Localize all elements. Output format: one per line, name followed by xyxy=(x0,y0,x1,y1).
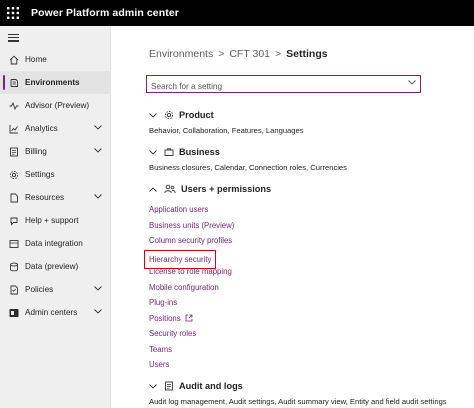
sidebar-item-label: Help + support xyxy=(25,216,79,225)
section-users-permissions: Users + permissions xyxy=(149,183,271,195)
section-audit-logs-header[interactable]: Audit and logs xyxy=(149,380,447,392)
hamburger-menu-icon[interactable] xyxy=(8,32,22,44)
link-application-users[interactable]: Application users xyxy=(149,202,234,218)
app-title: Power Platform admin center xyxy=(31,7,179,19)
chevron-down-icon[interactable] xyxy=(408,80,416,85)
app-launcher-icon[interactable] xyxy=(0,0,26,26)
sidebar-item-label: Data integration xyxy=(25,239,83,248)
link-mobile-configuration[interactable]: Mobile configuration xyxy=(149,280,234,296)
sidebar-item-environments[interactable]: Environments xyxy=(0,71,111,94)
breadcrumb-current-page: Settings xyxy=(286,48,328,60)
sidebar-item-home[interactable]: Home xyxy=(0,48,111,71)
chevron-down-icon xyxy=(149,112,157,118)
main-content: Environments > CFT 301 > Settings Produc… xyxy=(111,26,474,408)
link-security-roles[interactable]: Security roles xyxy=(149,326,234,342)
resources-icon xyxy=(9,193,19,203)
link-business-units[interactable]: Business units (Preview) xyxy=(149,218,234,234)
link-positions-label: Positions xyxy=(149,313,181,323)
chevron-down-icon xyxy=(94,125,102,130)
sidebar-item-analytics[interactable]: Analytics xyxy=(0,117,111,140)
sidebar-item-label: Billing xyxy=(25,147,47,156)
help-icon xyxy=(9,216,19,226)
chevron-down-icon xyxy=(94,309,102,314)
sidebar-item-label: Policies xyxy=(25,285,54,294)
sidebar-item-data-integration[interactable]: Data integration xyxy=(0,232,111,255)
section-product-header[interactable]: Product xyxy=(149,109,304,121)
sidebar-item-admin-centers[interactable]: Admin centers xyxy=(0,301,111,324)
top-bar: Power Platform admin center xyxy=(0,0,474,26)
home-icon xyxy=(9,55,19,65)
section-description: Behavior, Collaboration, Features, Langu… xyxy=(149,126,304,135)
section-business-header[interactable]: Business xyxy=(149,146,347,158)
chevron-up-icon xyxy=(149,186,157,192)
sidebar: Home Environments Advisor (Preview) Anal… xyxy=(0,26,111,408)
section-title: Product xyxy=(179,110,214,120)
settings-search-input[interactable] xyxy=(147,79,397,94)
users-permissions-links: Application users Business units (Previe… xyxy=(143,202,234,373)
sidebar-item-label: Admin centers xyxy=(25,308,78,317)
section-description: Audit log management, Audit settings, Au… xyxy=(149,397,447,406)
section-title: Business xyxy=(179,147,220,157)
sidebar-item-policies[interactable]: Policies xyxy=(0,278,111,301)
breadcrumb-environment-name[interactable]: CFT 301 xyxy=(229,48,270,60)
link-column-security-profiles[interactable]: Column security profiles xyxy=(149,233,234,249)
link-positions[interactable]: Positions xyxy=(149,311,234,327)
link-users[interactable]: Users xyxy=(149,357,234,373)
sidebar-item-label: Environments xyxy=(25,78,80,87)
environments-icon xyxy=(9,78,19,88)
briefcase-icon xyxy=(164,147,174,157)
chevron-down-icon xyxy=(149,383,157,389)
people-icon xyxy=(164,184,176,194)
admin-centers-icon xyxy=(9,308,19,318)
sidebar-item-settings[interactable]: Settings xyxy=(0,163,111,186)
sidebar-item-label: Home xyxy=(25,55,47,64)
section-business: Business Business closures, Calendar, Co… xyxy=(149,146,347,172)
breadcrumb-separator: > xyxy=(275,48,282,60)
audit-log-icon xyxy=(164,381,174,391)
sidebar-item-data-preview[interactable]: Data (preview) xyxy=(0,255,111,278)
breadcrumb: Environments > CFT 301 > Settings xyxy=(149,48,328,60)
gear-icon xyxy=(164,110,174,120)
sidebar-item-billing[interactable]: Billing xyxy=(0,140,111,163)
breadcrumb-separator: > xyxy=(218,48,225,60)
section-product: Product Behavior, Collaboration, Feature… xyxy=(149,109,304,135)
section-users-permissions-header[interactable]: Users + permissions xyxy=(149,183,271,195)
sidebar-nav: Home Environments Advisor (Preview) Anal… xyxy=(0,48,111,324)
billing-icon xyxy=(9,147,19,157)
link-license-to-role-mapping[interactable]: License to role mapping xyxy=(149,264,234,280)
sidebar-item-label: Settings xyxy=(25,170,55,179)
section-description: Business closures, Calendar, Connection … xyxy=(149,163,347,172)
sidebar-item-label: Analytics xyxy=(25,124,58,133)
gear-icon xyxy=(9,170,19,180)
external-link-icon xyxy=(185,314,193,321)
advisor-icon xyxy=(9,101,19,111)
chevron-down-icon xyxy=(94,148,102,153)
link-plug-ins[interactable]: Plug-ins xyxy=(149,295,234,311)
sidebar-item-resources[interactable]: Resources xyxy=(0,186,111,209)
chevron-down-icon xyxy=(149,149,157,155)
settings-search-box[interactable] xyxy=(146,75,421,94)
sidebar-item-label: Advisor (Preview) xyxy=(25,101,90,110)
section-audit-logs: Audit and logs Audit log management, Aud… xyxy=(149,380,447,406)
section-title: Users + permissions xyxy=(181,184,272,194)
chevron-down-icon xyxy=(94,286,102,291)
chevron-down-icon xyxy=(94,194,102,199)
data-integration-icon xyxy=(9,239,19,249)
section-title: Audit and logs xyxy=(179,381,243,391)
analytics-icon xyxy=(9,124,19,134)
sidebar-item-label: Resources xyxy=(25,193,65,202)
sidebar-item-help-support[interactable]: Help + support xyxy=(0,209,111,232)
sidebar-item-label: Data (preview) xyxy=(25,262,79,271)
link-teams[interactable]: Teams xyxy=(149,342,234,358)
breadcrumb-environments[interactable]: Environments xyxy=(149,48,213,60)
data-preview-icon xyxy=(9,262,19,272)
policies-icon xyxy=(9,285,19,295)
sidebar-item-advisor[interactable]: Advisor (Preview) xyxy=(0,94,111,117)
